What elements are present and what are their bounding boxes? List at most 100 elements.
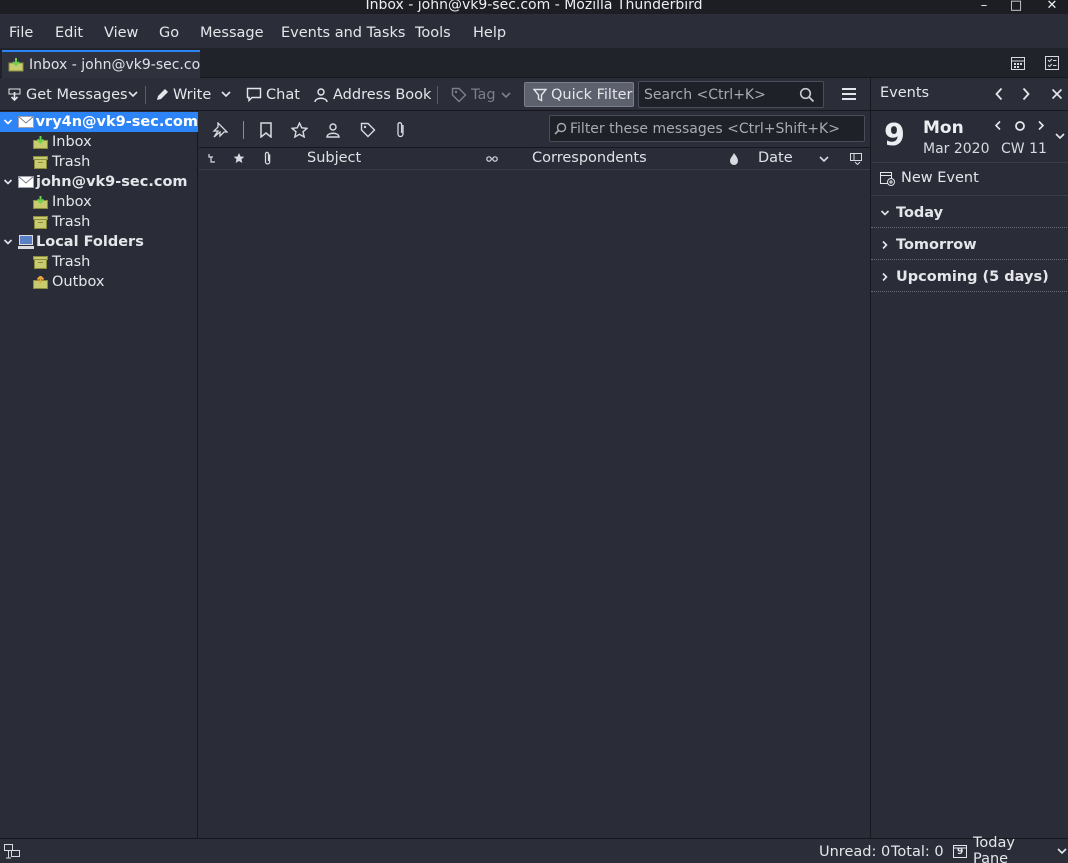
- menu-events-and-tasks[interactable]: Events and Tasks: [281, 25, 405, 41]
- get-messages-label: Get Messages: [26, 86, 128, 103]
- folder-account-john[interactable]: john@vk9-sec.com: [0, 172, 198, 192]
- chevron-left-icon[interactable]: [994, 87, 1004, 101]
- chevron-right-icon: [880, 240, 896, 250]
- mail-account-icon: [18, 176, 36, 188]
- tag-icon[interactable]: [360, 122, 376, 138]
- folder-inbox-john[interactable]: Inbox: [0, 192, 198, 212]
- close-window-button[interactable]: ✕: [1042, 0, 1062, 14]
- thread-list[interactable]: [199, 171, 870, 838]
- get-messages-dropdown-icon[interactable]: [127, 89, 139, 99]
- menu-view[interactable]: View: [104, 25, 138, 41]
- chevron-down-icon: [1056, 846, 1068, 856]
- correspondents-column[interactable]: Correspondents: [532, 150, 647, 166]
- maximize-button[interactable]: □: [1006, 0, 1026, 14]
- folder-trash-local[interactable]: Trash: [0, 252, 198, 272]
- date-column[interactable]: Date: [758, 150, 793, 166]
- write-button[interactable]: Write: [155, 78, 211, 111]
- chat-icon: [246, 87, 262, 102]
- tasks-tab-icon[interactable]: [1044, 55, 1060, 71]
- unread-count: Unread: 0: [819, 844, 891, 860]
- attachment-column-icon[interactable]: [263, 151, 273, 166]
- address-book-icon: [313, 87, 329, 103]
- global-search-box[interactable]: [638, 81, 824, 108]
- message-filter-input[interactable]: [570, 116, 860, 141]
- outbox-icon: [33, 275, 52, 289]
- previous-day-icon[interactable]: [994, 120, 1002, 131]
- folder-trash-vry4n[interactable]: Trash: [0, 152, 198, 172]
- folder-account-vry4n[interactable]: vry4n@vk9-sec.com: [0, 112, 198, 132]
- quick-filter-bar: [199, 111, 870, 148]
- message-filter-box[interactable]: [549, 115, 865, 142]
- tag-button[interactable]: Tag: [451, 78, 512, 111]
- chevron-right-icon[interactable]: [1021, 87, 1031, 101]
- agenda-section-label: Tomorrow: [896, 236, 977, 253]
- agenda-section-upcoming[interactable]: Upcoming (5 days): [871, 262, 1068, 292]
- folder-trash-john[interactable]: Trash: [0, 212, 198, 232]
- menu-edit[interactable]: Edit: [55, 25, 83, 41]
- column-picker-icon[interactable]: [850, 153, 862, 165]
- agenda-section-today[interactable]: Today: [871, 198, 1068, 228]
- folder-outbox-local[interactable]: Outbox: [0, 272, 198, 292]
- search-icon: [554, 122, 567, 135]
- search-icon[interactable]: [799, 87, 815, 103]
- new-event-button[interactable]: New Event: [880, 168, 979, 188]
- tag-icon: [451, 87, 467, 103]
- write-dropdown-icon[interactable]: [220, 89, 232, 99]
- menu-go[interactable]: Go: [159, 25, 179, 41]
- mini-day-name: Mon: [923, 118, 964, 138]
- folder-label: Trash: [52, 254, 91, 270]
- chat-button[interactable]: Chat: [246, 78, 300, 111]
- calendar-day-icon-number: 9: [957, 847, 964, 857]
- menu-bar: File Edit View Go Message Events and Tas…: [0, 14, 1068, 48]
- today-pane: Events 9 Mon Mar 2020 CW 11 New Event To…: [870, 78, 1068, 838]
- read-status-column-icon[interactable]: [486, 155, 498, 163]
- menu-tools[interactable]: Tools: [415, 25, 451, 41]
- mini-month-year: Mar 2020: [923, 141, 990, 157]
- minimize-button[interactable]: –: [974, 0, 994, 14]
- global-search-input[interactable]: [639, 82, 793, 107]
- menu-message[interactable]: Message: [200, 25, 264, 41]
- agenda-section-label: Today: [896, 204, 944, 221]
- chevron-down-icon[interactable]: [3, 237, 15, 247]
- agenda-section-tomorrow[interactable]: Tomorrow: [871, 230, 1068, 260]
- tab-inbox[interactable]: Inbox - john@vk9-sec.com: [2, 50, 200, 78]
- bookmark-icon[interactable]: [259, 122, 273, 138]
- chevron-down-icon[interactable]: [3, 117, 15, 127]
- folder-label: Inbox: [52, 194, 92, 210]
- menu-help[interactable]: Help: [473, 25, 506, 41]
- write-label: Write: [173, 86, 212, 103]
- inbox-icon: [8, 58, 24, 72]
- folder-local-folders[interactable]: Local Folders: [0, 232, 198, 252]
- contact-icon[interactable]: [325, 122, 341, 138]
- today-circle-icon[interactable]: [1014, 120, 1026, 132]
- folder-label: Inbox: [52, 134, 92, 150]
- agenda-section-label: Upcoming (5 days): [896, 268, 1049, 285]
- sort-chevron-down-icon[interactable]: [818, 154, 830, 164]
- next-day-icon[interactable]: [1037, 120, 1045, 131]
- quick-filter-button[interactable]: Quick Filter: [524, 82, 634, 107]
- close-icon[interactable]: [1051, 88, 1063, 100]
- app-menu-icon[interactable]: [842, 87, 856, 101]
- star-icon[interactable]: [291, 122, 308, 138]
- sticky-pin-icon[interactable]: [212, 122, 228, 138]
- menu-file[interactable]: File: [9, 25, 33, 41]
- today-pane-divider: [871, 162, 1068, 163]
- address-book-button[interactable]: Address Book: [313, 78, 431, 111]
- online-status-icon[interactable]: [4, 844, 20, 859]
- chevron-down-icon[interactable]: [3, 177, 15, 187]
- attachment-icon[interactable]: [395, 121, 407, 139]
- today-pane-toggle[interactable]: 9 Today Pane: [952, 835, 1068, 863]
- new-event-icon: [880, 171, 895, 186]
- calendar-tab-icon[interactable]: [1010, 55, 1026, 71]
- starred-column-icon[interactable]: [233, 152, 245, 164]
- mini-calendar-toggle-icon[interactable]: [1054, 131, 1066, 141]
- subject-column[interactable]: Subject: [307, 150, 361, 166]
- new-event-label: New Event: [901, 170, 979, 186]
- trash-icon: [33, 215, 52, 229]
- download-icon: [7, 87, 22, 102]
- title-bar: Inbox - john@vk9-sec.com - Mozilla Thund…: [0, 0, 1068, 14]
- get-messages-button[interactable]: Get Messages: [7, 78, 128, 111]
- folder-inbox-vry4n[interactable]: Inbox: [0, 132, 198, 152]
- thread-column-icon[interactable]: [207, 153, 217, 165]
- junk-status-column-icon[interactable]: [729, 152, 739, 165]
